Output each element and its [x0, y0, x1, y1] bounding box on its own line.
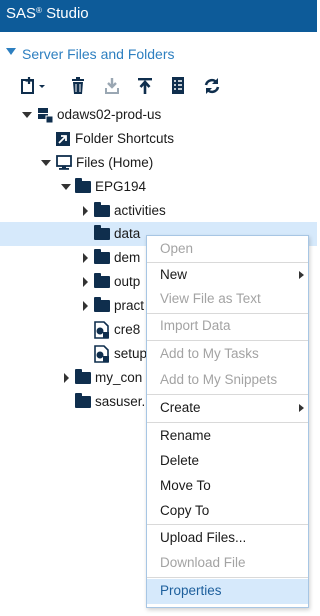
folder-icon	[75, 178, 91, 193]
sas-program-file-icon	[94, 321, 109, 339]
server-icon	[38, 108, 53, 123]
tree-label: Files (Home)	[76, 155, 154, 170]
download-icon	[105, 78, 119, 94]
folder-icon	[94, 249, 110, 264]
upload-icon[interactable]	[137, 76, 153, 96]
context-menu: Open New View File as Text Import Data A…	[146, 235, 309, 608]
tree-label: Folder Shortcuts	[75, 131, 175, 146]
tree-item-folder-shortcuts[interactable]: Folder Shortcuts	[0, 127, 317, 151]
tree-item-server[interactable]: odaws02-prod-us	[0, 103, 317, 127]
menu-item-create[interactable]: Create	[147, 396, 308, 421]
tree-label: EPG194	[95, 179, 147, 194]
new-item-icon[interactable]	[20, 76, 48, 96]
folder-icon	[94, 225, 110, 240]
tree-item-epg194[interactable]: EPG194	[0, 175, 317, 199]
tree-label: activities	[114, 203, 166, 218]
tree-label: pract	[114, 298, 145, 313]
menu-item-add-to-my-tasks: Add to My Tasks	[160, 346, 259, 361]
menu-separator	[147, 524, 308, 525]
submenu-arrow-icon	[299, 271, 304, 279]
delete-icon[interactable]	[70, 76, 86, 96]
tree-label: odaws02-prod-us	[57, 107, 162, 122]
menu-item-open: Open	[160, 241, 194, 256]
expand-toggle-icon[interactable]	[83, 301, 88, 311]
collapse-caret-icon[interactable]	[6, 48, 16, 55]
refresh-icon[interactable]	[203, 76, 221, 96]
tree-label: my_con	[95, 370, 143, 385]
menu-item-upload-files[interactable]: Upload Files...	[147, 526, 308, 551]
expand-toggle-icon[interactable]	[64, 373, 69, 383]
menu-item-import-data: Import Data	[160, 318, 231, 333]
menu-item-download-file: Download File	[160, 555, 246, 570]
submenu-arrow-icon	[299, 404, 304, 412]
menu-item-properties[interactable]: Properties	[147, 579, 308, 604]
menu-item-new[interactable]: New	[147, 263, 308, 288]
toolbar	[0, 74, 317, 100]
sas-program-file-icon	[94, 345, 109, 363]
menu-item-delete[interactable]: Delete	[147, 449, 308, 474]
menu-item-add-to-my-snippets: Add to My Snippets	[160, 372, 278, 387]
tree-item-activities[interactable]: activities	[0, 199, 317, 223]
tree-label: cre8	[114, 322, 141, 337]
menu-item-rename[interactable]: Rename	[147, 424, 308, 449]
tree-label: data	[114, 226, 141, 241]
menu-separator	[147, 394, 308, 395]
app-title: SAS® Studio	[6, 5, 89, 22]
tree-label: setup	[114, 346, 148, 361]
expand-toggle-icon[interactable]	[22, 112, 32, 118]
menu-item-view-file-as-text: View File as Text	[160, 291, 261, 306]
expand-toggle-icon[interactable]	[83, 206, 88, 216]
folder-icon	[94, 297, 110, 312]
menu-item-copy-to[interactable]: Copy To	[147, 499, 308, 524]
tree-label: dem	[114, 250, 141, 265]
shortcut-icon	[56, 132, 70, 146]
expand-toggle-icon[interactable]	[61, 184, 71, 190]
folder-icon	[75, 369, 91, 384]
expand-toggle-icon[interactable]	[41, 160, 51, 166]
panel-title: Server Files and Folders	[22, 46, 175, 62]
menu-separator	[147, 340, 308, 341]
tree-item-files-home[interactable]: Files (Home)	[0, 151, 317, 175]
home-folder-icon	[56, 155, 72, 170]
menu-separator	[147, 577, 308, 578]
expand-toggle-icon[interactable]	[83, 253, 88, 263]
folder-icon	[94, 273, 110, 288]
panel-header[interactable]: Server Files and Folders	[0, 40, 317, 68]
app-titlebar: SAS® Studio	[0, 0, 317, 32]
expand-toggle-icon[interactable]	[83, 277, 88, 287]
tree-label: sasuser.	[95, 394, 146, 409]
folder-icon	[75, 393, 91, 408]
properties-icon[interactable]	[171, 76, 185, 96]
tree-label: outp	[114, 274, 141, 289]
folder-icon	[94, 202, 110, 217]
menu-item-move-to[interactable]: Move To	[147, 474, 308, 499]
menu-separator	[147, 422, 308, 423]
